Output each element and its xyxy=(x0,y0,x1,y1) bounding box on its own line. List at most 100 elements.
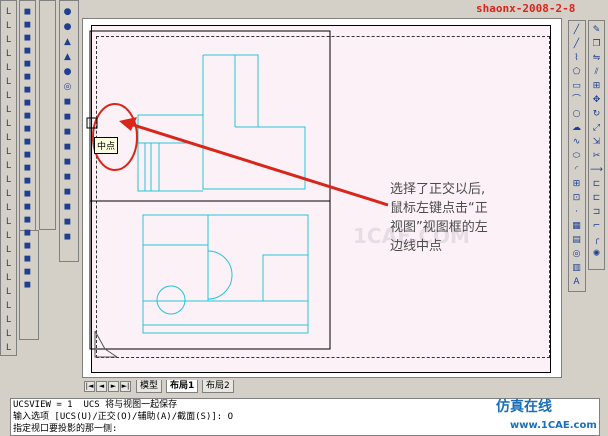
box-icon[interactable]: ◼ xyxy=(21,149,34,162)
ucs-icon[interactable]: L xyxy=(2,314,15,327)
table-icon[interactable]: ▥ xyxy=(570,262,583,275)
box-icon[interactable]: ◼ xyxy=(21,201,34,214)
ucs-icon[interactable]: L xyxy=(2,118,15,131)
line-icon[interactable]: ╱ xyxy=(570,24,583,37)
ucs-icon[interactable]: L xyxy=(2,230,15,243)
rectangle-icon[interactable]: ▭ xyxy=(570,80,583,93)
ucs-icon[interactable]: L xyxy=(2,20,15,33)
box-icon[interactable]: ◼ xyxy=(21,227,34,240)
box-icon[interactable]: ◼ xyxy=(21,58,34,71)
ucs-icon[interactable]: L xyxy=(2,328,15,341)
sphere-icon[interactable]: ● xyxy=(61,21,74,34)
ucs-icon[interactable]: L xyxy=(2,286,15,299)
box-icon[interactable]: ◼ xyxy=(61,141,74,154)
ucs-icon[interactable]: L xyxy=(2,188,15,201)
ucs-icon[interactable]: L xyxy=(2,104,15,117)
tab-model[interactable]: 模型 xyxy=(136,380,163,393)
box-icon[interactable]: ◼ xyxy=(21,19,34,32)
break-icon[interactable]: ⊏ xyxy=(590,192,603,205)
tab-layout1[interactable]: 布局1 xyxy=(166,380,199,393)
box-icon[interactable]: ◼ xyxy=(21,266,34,279)
box-icon[interactable]: ◼ xyxy=(21,71,34,84)
spline-icon[interactable]: ∿ xyxy=(570,136,583,149)
box-icon[interactable]: ◼ xyxy=(21,97,34,110)
extend-icon[interactable]: ⟶ xyxy=(590,164,603,177)
erase-icon[interactable]: ✎ xyxy=(590,24,603,37)
join-icon[interactable]: ⊐ xyxy=(590,206,603,219)
box-icon[interactable]: ◼ xyxy=(61,216,74,229)
explode-icon[interactable]: ✺ xyxy=(590,248,603,261)
ucs-icon[interactable]: L xyxy=(2,132,15,145)
box-icon[interactable]: ◼ xyxy=(21,240,34,253)
arc-icon[interactable]: ⌒ xyxy=(570,94,583,107)
box-icon[interactable]: ◼ xyxy=(61,156,74,169)
box-icon[interactable]: ◼ xyxy=(21,84,34,97)
trim-icon[interactable]: ✂ xyxy=(590,150,603,163)
chamfer-icon[interactable]: ⌐ xyxy=(590,220,603,233)
last-tab-button[interactable]: ►| xyxy=(120,381,131,392)
gradient-icon[interactable]: ▤ xyxy=(570,234,583,247)
ucs-icon[interactable]: L xyxy=(2,342,15,355)
line-icon[interactable]: ╱ xyxy=(570,38,583,51)
box-icon[interactable]: ◼ xyxy=(21,110,34,123)
tab-layout2[interactable]: 布局2 xyxy=(202,380,234,393)
stretch-icon[interactable]: ⇲ xyxy=(590,136,603,149)
ucs-icon[interactable]: L xyxy=(2,160,15,173)
fillet-icon[interactable]: ╭ xyxy=(590,234,603,247)
box-icon[interactable]: ◼ xyxy=(21,175,34,188)
break-icon[interactable]: ⊏ xyxy=(590,178,603,191)
ucs-icon[interactable]: L xyxy=(2,174,15,187)
ucs-icon[interactable]: L xyxy=(2,146,15,159)
box-icon[interactable]: ◼ xyxy=(21,162,34,175)
box-icon[interactable]: ◼ xyxy=(21,45,34,58)
ucs-icon[interactable]: L xyxy=(2,258,15,271)
offset-icon[interactable]: ⫽ xyxy=(590,66,603,79)
ucs-icon[interactable]: L xyxy=(2,90,15,103)
box-icon[interactable]: ◼ xyxy=(21,279,34,292)
box-icon[interactable]: ◼ xyxy=(21,136,34,149)
ellipse-icon[interactable]: ⬭ xyxy=(570,150,583,163)
rotate-icon[interactable]: ↻ xyxy=(590,108,603,121)
box-icon[interactable]: ◼ xyxy=(21,32,34,45)
ucs-icon[interactable]: L xyxy=(2,202,15,215)
sphere-icon[interactable]: ● xyxy=(61,66,74,79)
block-icon[interactable]: ⊡ xyxy=(570,192,583,205)
ucs-icon[interactable]: L xyxy=(2,272,15,285)
ucs-icon[interactable]: L xyxy=(2,244,15,257)
array-icon[interactable]: ⊞ xyxy=(590,80,603,93)
scale-icon[interactable]: ⤢ xyxy=(590,122,603,135)
ucs-icon[interactable]: L xyxy=(2,48,15,61)
ucs-icon[interactable]: L xyxy=(2,34,15,47)
polyline-icon[interactable]: ⌇ xyxy=(570,52,583,65)
box-icon[interactable]: ◼ xyxy=(61,111,74,124)
ellipse-arc-icon[interactable]: ◜ xyxy=(570,164,583,177)
point-icon[interactable]: · xyxy=(570,206,583,219)
box-icon[interactable]: ◼ xyxy=(21,214,34,227)
polygon-icon[interactable]: ⬠ xyxy=(570,66,583,79)
circle-icon[interactable]: ○ xyxy=(570,108,583,121)
box-icon[interactable]: ◼ xyxy=(21,123,34,136)
mirror-icon[interactable]: ⇋ xyxy=(590,52,603,65)
hatch-icon[interactable]: ▦ xyxy=(570,220,583,233)
prev-tab-button[interactable]: ◄ xyxy=(96,381,107,392)
torus-icon[interactable]: ◎ xyxy=(61,81,74,94)
ucs-icon[interactable]: L xyxy=(2,300,15,313)
box-icon[interactable]: ◼ xyxy=(61,171,74,184)
move-icon[interactable]: ✥ xyxy=(590,94,603,107)
next-tab-button[interactable]: ► xyxy=(108,381,119,392)
ucs-icon[interactable]: L xyxy=(2,6,15,19)
revcloud-icon[interactable]: ☁ xyxy=(570,122,583,135)
region-icon[interactable]: ◎ xyxy=(570,248,583,261)
copy-icon[interactable]: ❐ xyxy=(590,38,603,51)
sphere-icon[interactable]: ● xyxy=(61,6,74,19)
first-tab-button[interactable]: |◄ xyxy=(84,381,95,392)
box-icon[interactable]: ◼ xyxy=(21,253,34,266)
ucs-icon[interactable]: L xyxy=(2,216,15,229)
cone-icon[interactable]: ▲ xyxy=(61,36,74,49)
box-icon[interactable]: ◼ xyxy=(61,186,74,199)
mtext-icon[interactable]: A xyxy=(570,276,583,289)
box-icon[interactable]: ◼ xyxy=(61,96,74,109)
box-icon[interactable]: ◼ xyxy=(61,126,74,139)
ucs-icon[interactable]: L xyxy=(2,62,15,75)
box-icon[interactable]: ◼ xyxy=(21,188,34,201)
